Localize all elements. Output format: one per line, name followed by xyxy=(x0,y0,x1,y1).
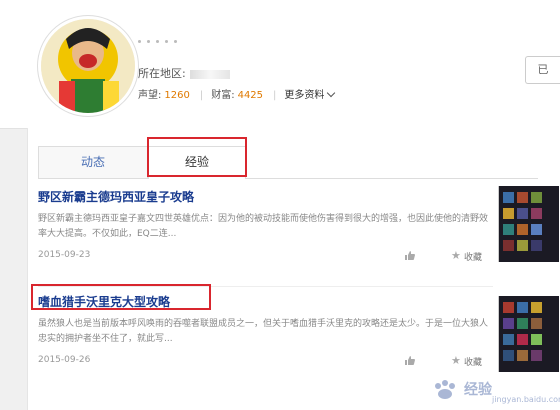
star-icon[interactable]: ★ xyxy=(451,249,461,262)
article-title-link[interactable]: 野区新霸主德玛西亚皇子攻略 xyxy=(38,188,493,206)
article-thumbnail-image[interactable] xyxy=(498,296,559,372)
article-date: 2015-09-23 xyxy=(38,250,91,260)
avatar[interactable] xyxy=(38,16,138,116)
baidu-paw-logo xyxy=(435,380,455,399)
highlight-box-tab xyxy=(147,137,247,177)
watermark-url: jingyan.baidu.com xyxy=(492,395,560,404)
article-summary: 野区新霸主德玛西亚皇子嘉文四世英雄优点：因为他的被动技能而使他伤害得到很大的增强… xyxy=(38,214,489,239)
article-thumbnail-image[interactable] xyxy=(498,186,559,262)
more-info-link[interactable]: 更多资料 xyxy=(284,88,336,101)
watermark-text: 经验 xyxy=(464,382,492,398)
reputation-value: 1260 xyxy=(164,90,190,101)
baidu-jingyan-watermark: 经验 jingyan.baidu.com xyxy=(432,379,560,404)
follow-button[interactable]: 已 xyxy=(525,56,560,84)
star-icon[interactable]: ★ xyxy=(451,354,461,367)
region-label: 所在地区: xyxy=(138,67,186,80)
article-footer: 2015-09-23 ★ 收藏 xyxy=(38,249,493,266)
profile-header: 所在地区: 声望: 1260 | 财富: 4425 | 更多资料 已 xyxy=(0,0,560,129)
content-panel: 动态 经验 野区新霸主德玛西亚皇子攻略 野区新霸主德玛西亚皇子嘉文四世英雄优点：… xyxy=(27,128,560,410)
user-stats: 声望: 1260 | 财富: 4425 | 更多资料 xyxy=(138,86,336,101)
tab-activity[interactable]: 动态 xyxy=(38,146,148,178)
highlight-box-title xyxy=(31,284,211,310)
wealth-value: 4425 xyxy=(237,90,264,101)
reputation-label: 声望: xyxy=(138,90,162,101)
thumbs-up-icon[interactable] xyxy=(405,251,415,260)
wealth-label: 财富: xyxy=(211,90,235,101)
article-date: 2015-09-26 xyxy=(38,355,91,365)
region-value-obscured xyxy=(189,69,230,79)
favorite-button[interactable]: 收藏 xyxy=(464,355,482,368)
article-footer: 2015-09-26 ★ 收藏 xyxy=(38,354,493,371)
favorite-button[interactable]: 收藏 xyxy=(464,250,482,263)
region-info: 所在地区: xyxy=(138,65,230,81)
list-item: 野区新霸主德玛西亚皇子攻略 野区新霸主德玛西亚皇子嘉文四世英雄优点：因为他的被动… xyxy=(38,188,493,266)
more-info-label: 更多资料 xyxy=(284,90,325,101)
tab-bar: 动态 经验 xyxy=(38,146,538,179)
thumbs-up-icon[interactable] xyxy=(405,356,415,365)
chevron-down-icon xyxy=(327,88,336,98)
article-summary: 虽然狼人也是当前版本呼风唤雨的吞噬者联盟成员之一，但关于嗜血猎手沃里克的攻略还是… xyxy=(38,319,489,344)
username-obscured xyxy=(138,28,248,44)
